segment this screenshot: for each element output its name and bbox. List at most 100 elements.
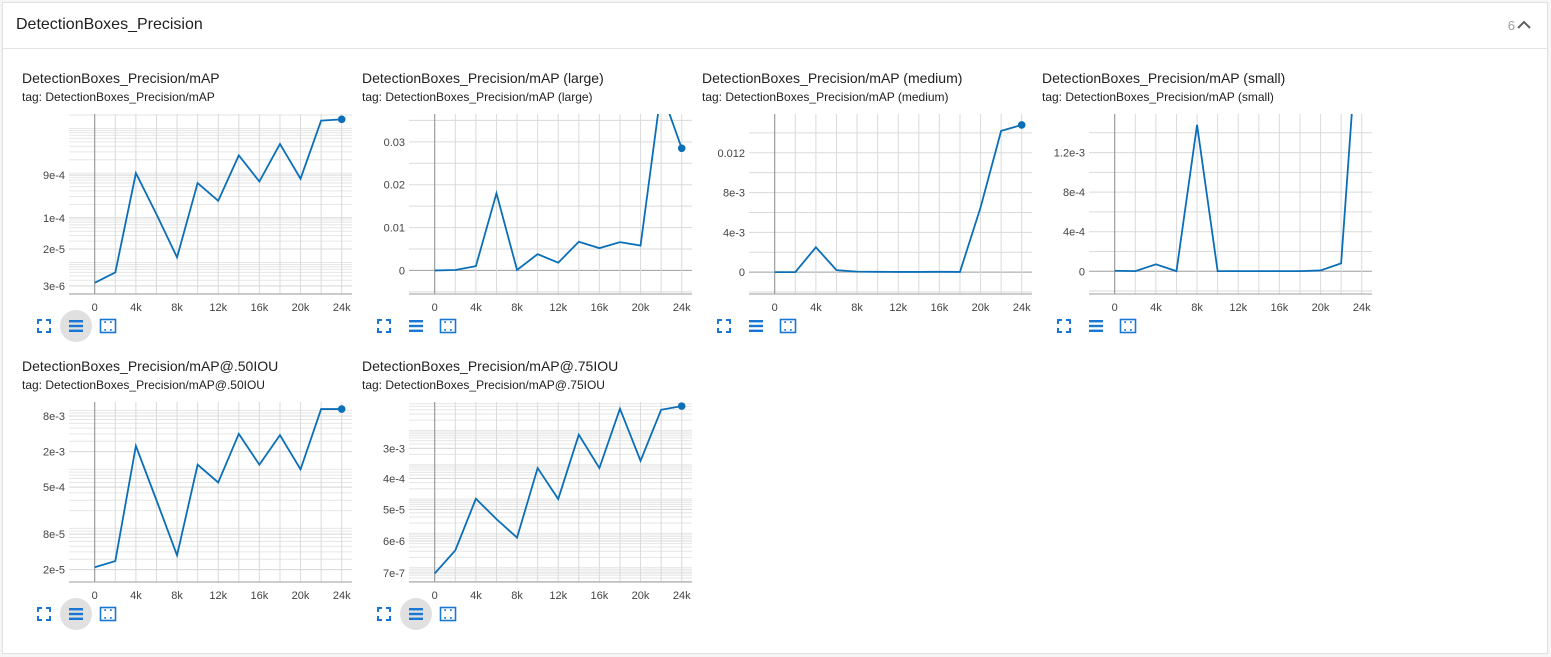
last-point-marker bbox=[677, 402, 686, 410]
x-tick-label: 12k bbox=[549, 590, 567, 602]
chart-title: DetectionBoxes_Precision/mAP (small) bbox=[1042, 70, 1286, 86]
fullscreen-icon[interactable] bbox=[368, 598, 400, 630]
x-tick-label: 12k bbox=[209, 590, 227, 602]
y-tick-label: 8e-3 bbox=[43, 411, 65, 423]
chart-card: DetectionBoxes_Precision/mAP@.75IOU tag: … bbox=[362, 358, 702, 638]
x-tick-label: 16k bbox=[251, 302, 269, 314]
y-tick-label: 1.2e-3 bbox=[1054, 148, 1085, 160]
x-tick-label: 24k bbox=[673, 302, 691, 314]
y-tick-label: 4e-3 bbox=[723, 227, 745, 239]
x-tick-label: 8k bbox=[851, 302, 863, 314]
last-point-marker bbox=[677, 144, 686, 153]
line-chart: 0 4k 8k 12k 16k 20k 24k3e-62e-51e-49e-4 bbox=[43, 114, 352, 314]
fit-domain-icon[interactable] bbox=[92, 310, 124, 342]
chart-title: DetectionBoxes_Precision/mAP@.75IOU bbox=[362, 358, 619, 374]
pane-title: DetectionBoxes_Precision bbox=[16, 16, 203, 33]
y-tick-label: 2e-3 bbox=[43, 447, 65, 459]
chart-toolbar bbox=[28, 310, 138, 342]
x-tick-label: 12k bbox=[549, 302, 567, 314]
chart-tag: tag: DetectionBoxes_Precision/mAP bbox=[22, 90, 215, 104]
chart-title: DetectionBoxes_Precision/mAP (medium) bbox=[702, 70, 963, 86]
fit-domain-icon[interactable] bbox=[432, 598, 464, 630]
y-tick-label: 2e-5 bbox=[43, 244, 65, 256]
y-tick-label: 5e-4 bbox=[43, 482, 65, 494]
fullscreen-icon[interactable] bbox=[28, 310, 60, 342]
x-tick-label: 12k bbox=[889, 302, 907, 314]
y-tick-label: 0.03 bbox=[384, 137, 405, 149]
x-tick-label: 12k bbox=[209, 302, 227, 314]
last-point-marker bbox=[1017, 121, 1026, 129]
x-tick-label: 24k bbox=[673, 590, 691, 602]
x-tick-label: 24k bbox=[1013, 302, 1031, 314]
x-tick-label: 20k bbox=[632, 302, 650, 314]
y-tick-label: 8e-5 bbox=[43, 529, 65, 541]
chart-toolbar bbox=[368, 310, 478, 342]
fit-domain-icon[interactable] bbox=[772, 310, 804, 342]
y-tick-label: 4e-4 bbox=[1063, 227, 1085, 239]
list-lines-icon[interactable] bbox=[60, 310, 92, 342]
chart-card: DetectionBoxes_Precision/mAP tag: Detecti… bbox=[22, 70, 362, 350]
fullscreen-icon[interactable] bbox=[708, 310, 740, 342]
chart-toolbar bbox=[708, 310, 818, 342]
chart-title: DetectionBoxes_Precision/mAP@.50IOU bbox=[22, 358, 279, 374]
x-tick-label: 20k bbox=[292, 302, 310, 314]
x-tick-label: 16k bbox=[1271, 302, 1289, 314]
chart-tag: tag: DetectionBoxes_Precision/mAP@.50IOU bbox=[22, 378, 265, 392]
y-tick-label: 7e-7 bbox=[383, 568, 405, 580]
x-tick-label: 20k bbox=[1312, 302, 1330, 314]
x-tick-label: 24k bbox=[333, 590, 351, 602]
last-point-marker bbox=[337, 405, 346, 413]
y-tick-label: 0 bbox=[739, 267, 745, 279]
x-tick-label: 12k bbox=[1229, 302, 1247, 314]
line-chart: 0 4k 8k 12k 16k 20k 24k04e-38e-30.012 bbox=[717, 114, 1032, 314]
chart-tag: tag: DetectionBoxes_Precision/mAP@.75IOU bbox=[362, 378, 605, 392]
y-tick-label: 0 bbox=[399, 265, 405, 277]
line-chart: 0 4k 8k 12k 16k 20k 24k00.010.020.03 bbox=[384, 114, 692, 314]
list-lines-icon[interactable] bbox=[740, 310, 772, 342]
x-tick-label: 24k bbox=[333, 302, 351, 314]
list-lines-icon[interactable] bbox=[60, 598, 92, 630]
chevron-up-icon[interactable] bbox=[1514, 15, 1534, 35]
x-tick-label: 16k bbox=[591, 590, 609, 602]
x-tick-label: 8k bbox=[171, 590, 183, 602]
pane-header[interactable]: DetectionBoxes_Precision 6 bbox=[3, 3, 1547, 49]
chart-toolbar bbox=[368, 598, 478, 630]
y-tick-label: 0 bbox=[1079, 266, 1085, 278]
y-tick-label: 1e-4 bbox=[43, 213, 65, 225]
y-tick-label: 9e-4 bbox=[43, 170, 65, 182]
y-tick-label: 3e-6 bbox=[43, 281, 65, 293]
y-tick-label: 5e-5 bbox=[383, 504, 405, 516]
list-lines-icon[interactable] bbox=[400, 310, 432, 342]
fullscreen-icon[interactable] bbox=[368, 310, 400, 342]
x-tick-label: 20k bbox=[292, 590, 310, 602]
chart-card: DetectionBoxes_Precision/mAP (medium) tag… bbox=[702, 70, 1042, 350]
line-chart: 0 4k 8k 12k 16k 20k 24k04e-48e-41.2e-3 bbox=[1054, 114, 1372, 314]
chart-tag: tag: DetectionBoxes_Precision/mAP (small… bbox=[1042, 90, 1274, 104]
fit-domain-icon[interactable] bbox=[92, 598, 124, 630]
x-tick-label: 16k bbox=[931, 302, 949, 314]
y-tick-label: 0.012 bbox=[717, 148, 745, 160]
chart-title: DetectionBoxes_Precision/mAP (large) bbox=[362, 70, 604, 86]
x-tick-label: 16k bbox=[591, 302, 609, 314]
line-chart: 0 4k 8k 12k 16k 20k 24k7e-76e-65e-54e-43e-3 bbox=[383, 402, 692, 602]
list-lines-icon[interactable] bbox=[1080, 310, 1112, 342]
x-tick-label: 8k bbox=[511, 590, 523, 602]
x-tick-label: 20k bbox=[972, 302, 990, 314]
fullscreen-icon[interactable] bbox=[28, 598, 60, 630]
x-tick-label: 24k bbox=[1353, 302, 1371, 314]
chart-toolbar bbox=[28, 598, 138, 630]
fit-domain-icon[interactable] bbox=[1112, 310, 1144, 342]
fit-domain-icon[interactable] bbox=[432, 310, 464, 342]
y-tick-label: 0.01 bbox=[384, 223, 405, 235]
fullscreen-icon[interactable] bbox=[1048, 310, 1080, 342]
y-tick-label: 6e-6 bbox=[383, 536, 405, 548]
chart-tag: tag: DetectionBoxes_Precision/mAP (mediu… bbox=[702, 90, 949, 104]
x-tick-label: 8k bbox=[511, 302, 523, 314]
y-tick-label: 8e-3 bbox=[723, 188, 745, 200]
list-lines-icon[interactable] bbox=[400, 598, 432, 630]
chart-tag: tag: DetectionBoxes_Precision/mAP (large… bbox=[362, 90, 593, 104]
x-tick-label: 20k bbox=[632, 590, 650, 602]
y-tick-label: 8e-4 bbox=[1063, 187, 1085, 199]
y-tick-label: 2e-5 bbox=[43, 565, 65, 577]
chart-toolbar bbox=[1048, 310, 1158, 342]
